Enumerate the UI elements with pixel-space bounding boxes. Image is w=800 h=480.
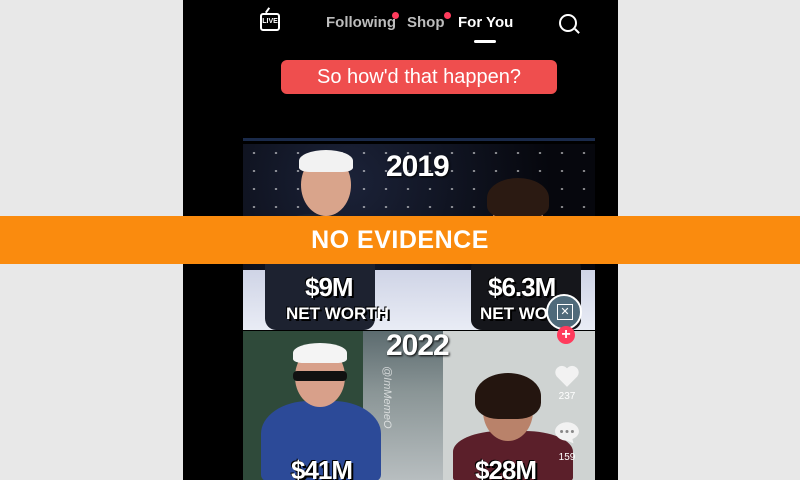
tab-for-you[interactable]: For You — [458, 14, 513, 31]
tab-following[interactable]: Following — [326, 14, 396, 31]
left-hair-2019 — [299, 150, 353, 172]
follow-plus-icon[interactable]: + — [557, 326, 575, 344]
meme-image: 2019 $9M NET WORTH $6.3M NET WOR 2022 $4… — [243, 138, 595, 480]
left-hair-2022 — [293, 343, 347, 363]
comment-count: 159 — [558, 452, 576, 463]
amount-left-2022: $41M — [291, 455, 353, 480]
tab-shop[interactable]: Shop — [407, 14, 445, 31]
right-hair-2019 — [487, 178, 549, 218]
year-2019: 2019 — [386, 150, 450, 183]
avatar-x-icon: ✕ — [557, 304, 573, 320]
fact-check-banner: NO EVIDENCE — [0, 216, 800, 264]
sunglasses — [293, 371, 347, 381]
active-tab-indicator — [474, 40, 496, 43]
tab-shop-dot — [444, 12, 451, 19]
heart-icon[interactable] — [554, 364, 580, 388]
amount-right-2019: $6.3M — [488, 272, 556, 302]
amount-right-2022: $28M — [475, 455, 537, 480]
search-icon[interactable] — [559, 14, 577, 32]
tab-following-dot — [392, 12, 399, 19]
watermark: @ImMemeO — [381, 366, 393, 429]
like-count: 237 — [558, 391, 576, 402]
net-worth-left-2019: NET WORTH — [286, 304, 389, 323]
live-label: LIVE — [262, 18, 278, 25]
live-icon[interactable]: LIVE — [260, 13, 280, 31]
creator-avatar[interactable]: ✕ — [546, 294, 582, 330]
panel-2022: 2022 $41M $28M — [243, 329, 595, 480]
amount-left-2019: $9M — [305, 272, 354, 302]
year-2022: 2022 — [386, 329, 450, 362]
comment-icon[interactable] — [554, 420, 580, 444]
right-hair-2022 — [475, 373, 541, 419]
video-caption: So how'd that happen? — [281, 60, 557, 94]
